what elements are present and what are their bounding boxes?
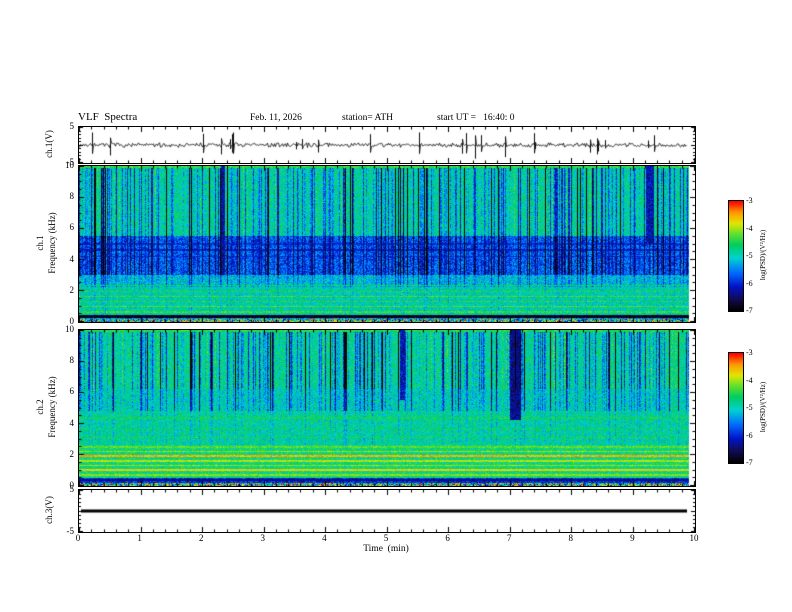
x-tick-label: 1 (137, 533, 142, 543)
y-tick-label: 8 (69, 355, 75, 366)
ch2-spec-axis-label-channel: ch.2 (34, 399, 45, 415)
colorbar-tick-label: -6 (746, 278, 753, 288)
y-tick-label: -5 (66, 157, 75, 167)
x-tick-label: 6 (445, 533, 450, 543)
y-tick-label: 2 (69, 284, 75, 295)
x-tick-label: 9 (630, 533, 635, 543)
start-ut-label: start UT = 16:40: 0 (437, 113, 515, 123)
y-tick-label: 10 (65, 324, 74, 334)
ch1-voltage-axis-label: ch.1(V) (43, 130, 54, 158)
colorbar-tick-label: -3 (746, 348, 753, 357)
y-tick-label: 4 (69, 417, 75, 428)
colorbar-tick-label: -7 (746, 306, 753, 315)
y-tick-label: 6 (69, 386, 75, 397)
x-tick-label: 7 (506, 533, 512, 543)
x-axis-label: Time (min) (363, 544, 409, 554)
x-tick-label: 8 (568, 533, 574, 543)
colorbar-ch1 (728, 200, 744, 312)
ch2-spectrogram-panel (78, 329, 696, 487)
ch3-waveform-panel (78, 489, 696, 533)
colorbar-tick-label: -5 (746, 403, 753, 412)
x-tick-label: 10 (689, 533, 699, 543)
x-tick-label: 2 (198, 533, 204, 543)
y-tick-label: 6 (69, 222, 75, 233)
x-tick-label: 4 (322, 533, 327, 543)
y-tick-label: 8 (69, 191, 75, 202)
ch3-voltage-axis-label: ch.3(V) (43, 496, 54, 524)
ch1-spectrogram-panel (78, 165, 696, 323)
station-label: station= ATH (342, 113, 394, 123)
y-tick-label: 2 (69, 448, 75, 459)
date-label: Feb. 11, 2026 (250, 113, 302, 123)
colorbar-tick-label: -7 (746, 458, 753, 467)
ch1-waveform-panel (78, 126, 696, 164)
x-tick-label: 5 (383, 533, 389, 543)
vlf-spectra-figure: VLF Spectra Feb. 11, 2026 station= ATH s… (0, 0, 792, 612)
colorbar-ch2 (728, 352, 744, 464)
colorbar-tick-label: -4 (746, 375, 753, 385)
colorbar-tick-label: -4 (746, 223, 753, 233)
figure-title: VLF Spectra (78, 111, 138, 123)
y-tick-label: 5 (69, 121, 75, 131)
ch1-spec-axis-label-channel: ch.1 (34, 235, 45, 251)
y-tick-label: 5 (69, 484, 75, 494)
y-tick-label: -5 (66, 526, 75, 536)
y-tick-label: 4 (69, 253, 75, 264)
colorbar-tick-label: -6 (746, 430, 753, 440)
colorbar-tick-label: -5 (746, 251, 753, 260)
colorbar-tick-label: -3 (746, 196, 753, 205)
x-tick-label: 3 (260, 533, 266, 543)
